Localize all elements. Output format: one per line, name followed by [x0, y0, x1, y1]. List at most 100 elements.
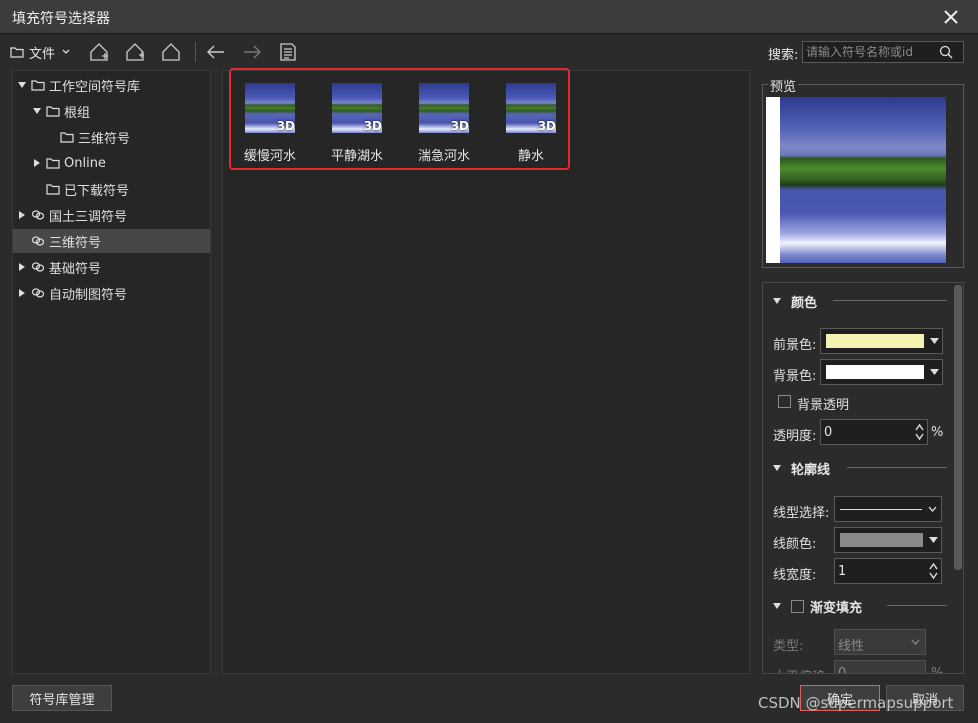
gradient-type-select[interactable]: 线性 — [834, 629, 926, 655]
foreground-color-picker[interactable] — [820, 328, 943, 354]
chevron-down-icon — [62, 49, 70, 55]
background-color-picker[interactable] — [820, 359, 943, 385]
gradient-checkbox[interactable] — [791, 599, 804, 613]
h-offset-value: 0 — [838, 666, 847, 674]
collapsed-triangle-icon[interactable] — [17, 288, 27, 298]
foreground-swatch — [826, 334, 924, 348]
section-title: 渐变填充 — [810, 600, 863, 616]
forward-arrow-icon[interactable] — [241, 40, 263, 64]
h-offset-spinner[interactable]: 0 — [834, 660, 926, 674]
section-divider — [847, 467, 947, 468]
line-style-label: 线型选择: — [773, 506, 830, 521]
folder-icon — [46, 157, 60, 169]
foreground-label: 前景色: — [773, 338, 817, 353]
spin-arrows-icon[interactable] — [929, 562, 938, 580]
transparency-value: 0 — [824, 425, 833, 440]
collapsed-triangle-icon[interactable] — [17, 262, 27, 272]
collapsed-triangle-icon[interactable] — [32, 158, 42, 168]
spin-arrows-icon[interactable] — [915, 423, 924, 441]
transparency-spinner[interactable]: 0 — [820, 419, 928, 445]
bg-transparent-label: 背景透明 — [797, 398, 850, 413]
gradient-type-value: 线性 — [838, 639, 865, 654]
background-swatch — [826, 365, 924, 379]
expanded-triangle-icon[interactable] — [17, 80, 27, 90]
folder-icon — [60, 131, 74, 143]
line-color-picker[interactable] — [834, 527, 942, 553]
type-label: 类型: — [773, 639, 804, 654]
tree-item-label: 三维符号 — [78, 131, 131, 147]
library-manage-button[interactable]: 符号库管理 — [12, 685, 112, 711]
link-icon — [31, 287, 45, 299]
tree-item-root-group[interactable]: 根组 — [13, 99, 210, 123]
link-icon — [31, 235, 45, 247]
highlight-box — [229, 68, 570, 170]
background-label: 背景色: — [773, 369, 817, 384]
line-color-label: 线颜色: — [773, 537, 817, 552]
home-icon[interactable] — [160, 40, 182, 64]
search-box — [802, 41, 964, 63]
gradient-section-header[interactable]: 渐变填充 — [773, 597, 863, 616]
tree-item-basic-symbols[interactable]: 基础符号 — [13, 255, 210, 279]
preview-image — [766, 97, 946, 263]
transparency-label: 透明度: — [773, 429, 817, 444]
tree-item-label: 自动制图符号 — [49, 287, 128, 303]
dropdown-arrow-icon — [930, 369, 939, 375]
tree-item-land-survey[interactable]: 国土三调符号 — [13, 203, 210, 227]
tree-item-online[interactable]: Online — [13, 151, 210, 175]
outline-section-header[interactable]: 轮廓线 — [773, 459, 831, 478]
section-divider — [833, 300, 947, 301]
line-width-spinner[interactable]: 1 — [834, 558, 942, 584]
line-width-value: 1 — [838, 564, 847, 579]
dropdown-arrow-icon — [929, 537, 938, 543]
properties-list-icon[interactable] — [277, 40, 299, 64]
search-icon[interactable] — [939, 45, 953, 59]
toolbar-divider — [195, 42, 196, 62]
add-library-icon[interactable] — [124, 40, 146, 64]
expanded-triangle-icon[interactable] — [32, 106, 42, 116]
add-group-icon[interactable] — [88, 40, 110, 64]
tree-item-label: 三维符号 — [49, 235, 102, 251]
color-section-header[interactable]: 颜色 — [773, 292, 818, 311]
tree-item-downloaded[interactable]: 已下载符号 — [13, 177, 210, 201]
section-title: 轮廓线 — [791, 462, 831, 478]
back-arrow-icon[interactable] — [205, 40, 227, 64]
collapsed-triangle-icon[interactable] — [17, 210, 27, 220]
tree-item-auto-mapping[interactable]: 自动制图符号 — [13, 281, 210, 305]
file-menu-label: 文件 — [29, 46, 56, 62]
tree-item-label: 基础符号 — [49, 261, 102, 277]
line-style-sample — [840, 509, 922, 510]
link-icon — [31, 209, 45, 221]
title-bar — [0, 0, 978, 34]
search-input[interactable] — [803, 42, 933, 62]
section-title: 颜色 — [791, 295, 818, 311]
percent-unit: % — [931, 425, 944, 440]
search-label: 搜索: — [768, 48, 799, 63]
close-icon[interactable] — [940, 6, 962, 28]
tree-item-label: 已下载符号 — [64, 183, 130, 199]
dropdown-arrow-icon — [930, 338, 939, 344]
bg-transparent-checkbox[interactable] — [778, 395, 791, 408]
folder-icon — [31, 79, 45, 91]
file-menu[interactable]: 文件 — [10, 40, 70, 64]
watermark: CSDN @supermapsupport — [758, 694, 954, 712]
window-title: 填充符号选择器 — [12, 11, 110, 27]
expanded-triangle-icon — [773, 603, 781, 609]
expanded-triangle-icon — [773, 465, 781, 471]
percent-unit: % — [931, 666, 944, 674]
properties-scrollbar[interactable] — [954, 285, 962, 570]
library-tree: 工作空间符号库 根组 三维符号 Online 已下载符号 国土三调符号 三维符号… — [12, 70, 211, 674]
line-style-select[interactable] — [834, 496, 942, 522]
expanded-triangle-icon — [773, 298, 781, 304]
tree-item-3d-symbols-group[interactable]: 三维符号 — [13, 125, 210, 149]
preview-label: 预览 — [768, 76, 799, 95]
chevron-down-icon — [911, 639, 920, 645]
folder-icon — [46, 105, 60, 117]
h-offset-label: 水平偏移: — [773, 666, 829, 673]
tree-item-3d-symbols[interactable]: 三维符号 — [13, 229, 210, 253]
line-width-label: 线宽度: — [773, 568, 817, 583]
tree-item-workspace-library[interactable]: 工作空间符号库 — [13, 73, 210, 97]
link-icon — [31, 261, 45, 273]
tree-item-label: Online — [64, 155, 106, 171]
chevron-down-icon — [928, 506, 937, 512]
properties-panel: 颜色 前景色: 背景色: 背景透明 透明度: 0 % 轮廓线 线型选择: 线颜色… — [762, 282, 964, 674]
